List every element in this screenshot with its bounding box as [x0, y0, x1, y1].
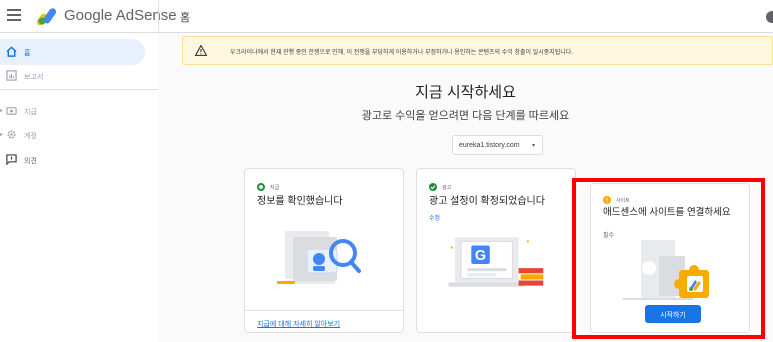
site-card: 사이트 애드센스에 사이트를 연결하세요 필수 시작하기 [590, 183, 750, 333]
card-tag: 광고 [429, 183, 451, 191]
card-tag: 사이트 [603, 196, 630, 204]
sidebar: 홈 보고서 ▸ 지급 ▸ 계정 의견 [0, 33, 158, 342]
in-progress-icon [257, 183, 265, 191]
warning-icon [195, 45, 207, 56]
payment-verification-illustration [277, 231, 361, 284]
sidebar-item-reports[interactable]: 보고서 [0, 63, 145, 89]
sidebar-item-account[interactable]: ▸ 계정 [0, 122, 145, 148]
adsense-logo[interactable] [37, 7, 59, 25]
check-circle-icon [429, 183, 437, 191]
sidebar-item-label: 홈 [24, 50, 31, 57]
top-app-bar: Google AdSense 홈 [0, 0, 773, 33]
sidebar-item-label: 보고서 [24, 74, 44, 81]
sidebar-item-label: 의견 [24, 158, 37, 165]
home-icon [6, 46, 17, 57]
alert-circle-icon [603, 196, 611, 204]
payments-card: 지급 정보를 확인했습니다 지급에 대해 자세히 알아보기 [244, 168, 404, 333]
report-icon [6, 70, 17, 81]
card-tag: 지급 [257, 183, 279, 191]
sidebar-item-label: 지급 [24, 109, 37, 116]
page-title: 홈 [180, 12, 191, 24]
card-title: 광고 설정이 확정되었습니다 [429, 196, 545, 207]
main-content: 우크라이나에서 현재 진행 중인 전쟁으로 인해, 이 전쟁을 부당하게 이용하… [158, 33, 773, 342]
get-started-button[interactable]: 시작하기 [645, 305, 701, 323]
policy-banner: 우크라이나에서 현재 진행 중인 전쟁으로 인해, 이 전쟁을 부당하게 이용하… [182, 36, 773, 65]
expand-caret-icon: ▸ [0, 132, 4, 138]
product-name[interactable]: Google AdSense [64, 7, 177, 24]
brand-product: AdSense [115, 7, 177, 24]
hamburger-menu-icon[interactable] [7, 9, 21, 21]
banner-text: 우크라이나에서 현재 진행 중인 전쟁으로 인해, 이 전쟁을 부당하게 이용하… [230, 50, 573, 56]
chevron-down-icon: ▾ [531, 143, 535, 149]
payments-learn-more-link[interactable]: 지급에 대해 자세히 알아보기 [257, 319, 340, 329]
settings-icon [7, 130, 16, 139]
ads-edit-link[interactable]: 수정 [429, 213, 440, 222]
card-divider [245, 310, 403, 311]
payments-icon [6, 107, 17, 115]
page-subheading: 광고로 수익을 얻으려면 다음 단계를 따르세요 [361, 110, 570, 122]
header-divider [158, 0, 159, 33]
feedback-icon [6, 154, 17, 165]
sidebar-item-payments[interactable]: ▸ 지급 [0, 98, 145, 124]
card-tag-label: 지급 [270, 184, 280, 191]
brand-google: Google [64, 7, 113, 24]
site-select-value: eureka1.tistory.com [459, 142, 520, 149]
card-tag-label: 광고 [442, 184, 452, 191]
site-select[interactable]: eureka1.tistory.com ▾ [452, 135, 543, 155]
connect-site-illustration [623, 240, 709, 300]
card-tag-label: 사이트 [616, 197, 630, 204]
sidebar-divider [0, 89, 158, 90]
card-title: 정보를 확인했습니다 [257, 196, 343, 207]
sidebar-item-home[interactable]: 홈 [0, 39, 145, 65]
ads-card: 광고 광고 설정이 확정되었습니다 수정 G [416, 168, 576, 333]
required-label: 필수 [603, 233, 615, 239]
sidebar-item-label: 계정 [24, 133, 37, 140]
ads-settings-illustration: G [448, 237, 544, 287]
svg-text:G: G [475, 248, 486, 264]
page-heading: 지금 시작하세요 [415, 84, 516, 101]
expand-caret-icon: ▸ [0, 108, 4, 114]
sidebar-item-feedback[interactable]: 의견 [0, 147, 145, 173]
card-title: 애드센스에 사이트를 연결하세요 [603, 207, 731, 218]
account-avatar[interactable] [766, 11, 773, 23]
